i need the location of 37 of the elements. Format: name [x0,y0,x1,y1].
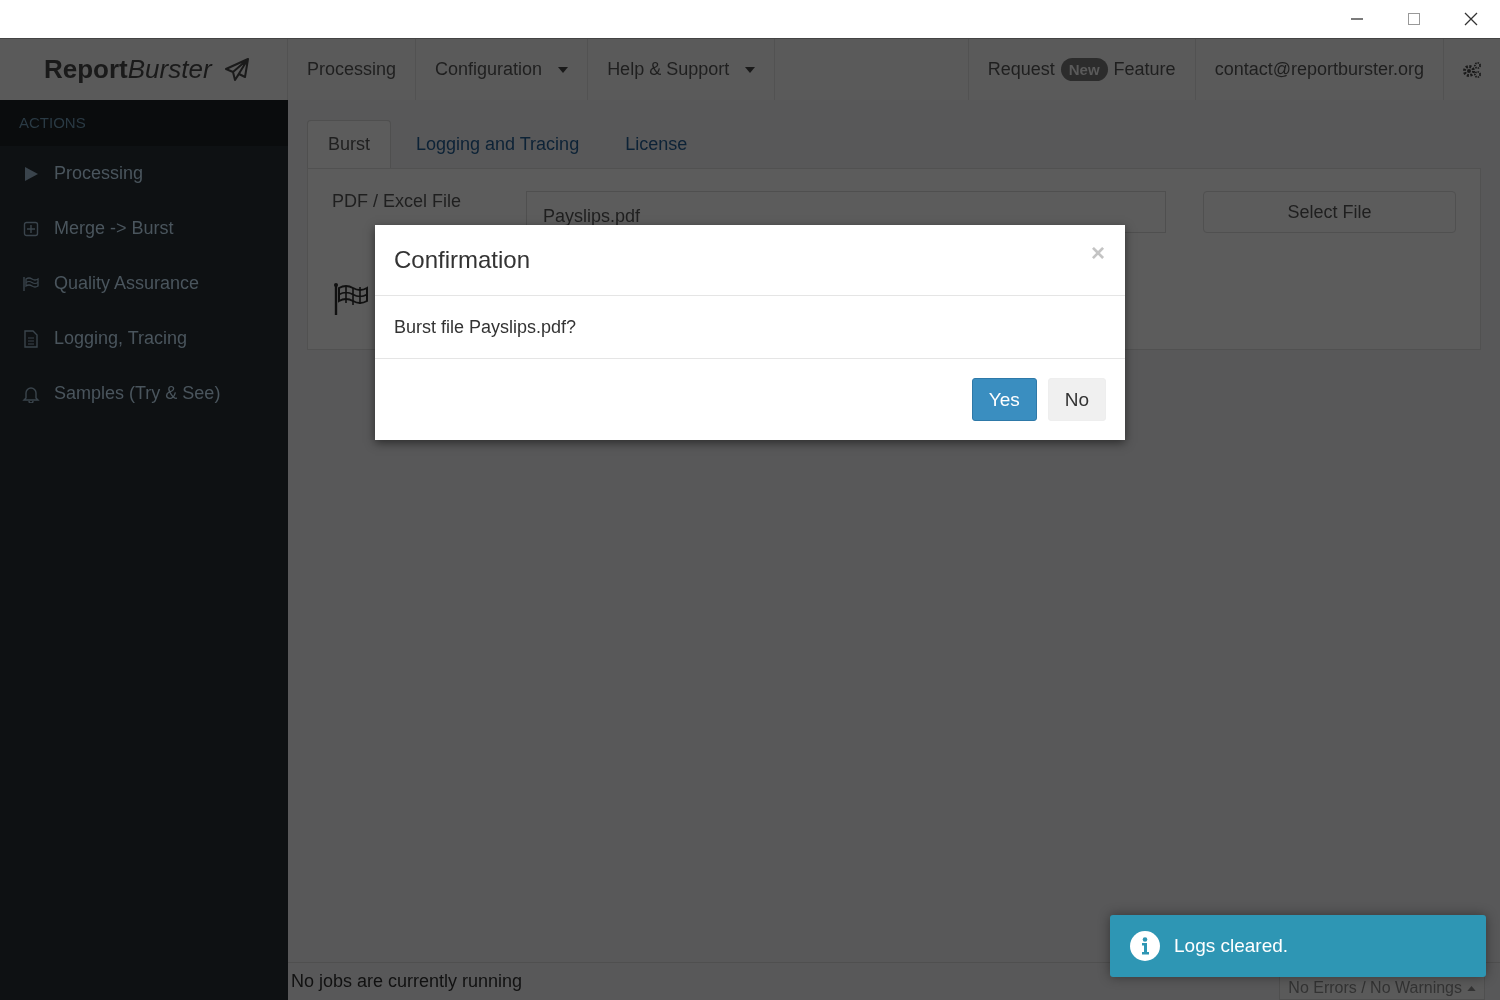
caret-icon [745,66,756,73]
plus-square-icon [22,220,40,237]
sidebar-item[interactable]: Logging, Tracing [0,311,288,366]
dialog-title: Confirmation [394,246,531,274]
tab[interactable]: License [604,120,709,168]
select-file-button[interactable]: Select File [1203,191,1456,233]
maximize-icon[interactable] [1407,12,1421,26]
dialog-message: Burst file Payslips.pdf? [394,316,577,338]
sidebar-item[interactable]: Merge -> Burst [0,201,288,256]
sidebar-item-label: Logging, Tracing [54,328,188,349]
settings-icon [1462,60,1482,79]
sidebar-item-label: Samples (Try & See) [54,383,221,404]
document-icon [22,329,40,348]
caret-up-icon [1467,985,1476,991]
sidebar-item-label: Merge -> Burst [54,218,174,239]
flag-icon [22,275,40,292]
tab[interactable]: Logging and Tracing [395,120,601,168]
paper-plane-icon [223,56,250,83]
close-button[interactable]: × [1091,239,1105,267]
play-icon [22,165,40,182]
sidebar-item[interactable]: Processing [0,146,288,201]
sidebar-item[interactable]: Samples (Try & See) [0,366,288,421]
tab[interactable]: Burst [307,120,391,168]
status-text: No jobs are currently running [291,971,523,992]
cancel-button[interactable]: No [1047,378,1106,421]
confirm-button[interactable]: Yes [971,378,1037,421]
sidebar-item-label: Quality Assurance [54,273,200,294]
close-icon[interactable] [1464,12,1478,26]
checkered-flag-icon [333,282,369,316]
sidebar-item[interactable]: Quality Assurance [0,256,288,311]
info-icon [1130,931,1160,961]
bell-icon [22,384,40,403]
sidebar-item-label: Processing [54,163,144,184]
toast-message: Logs cleared. [1174,935,1289,957]
file-field-label: PDF / Excel File [332,191,463,212]
app-logo-text: ReportBurster [44,54,212,85]
caret-icon [558,66,569,73]
